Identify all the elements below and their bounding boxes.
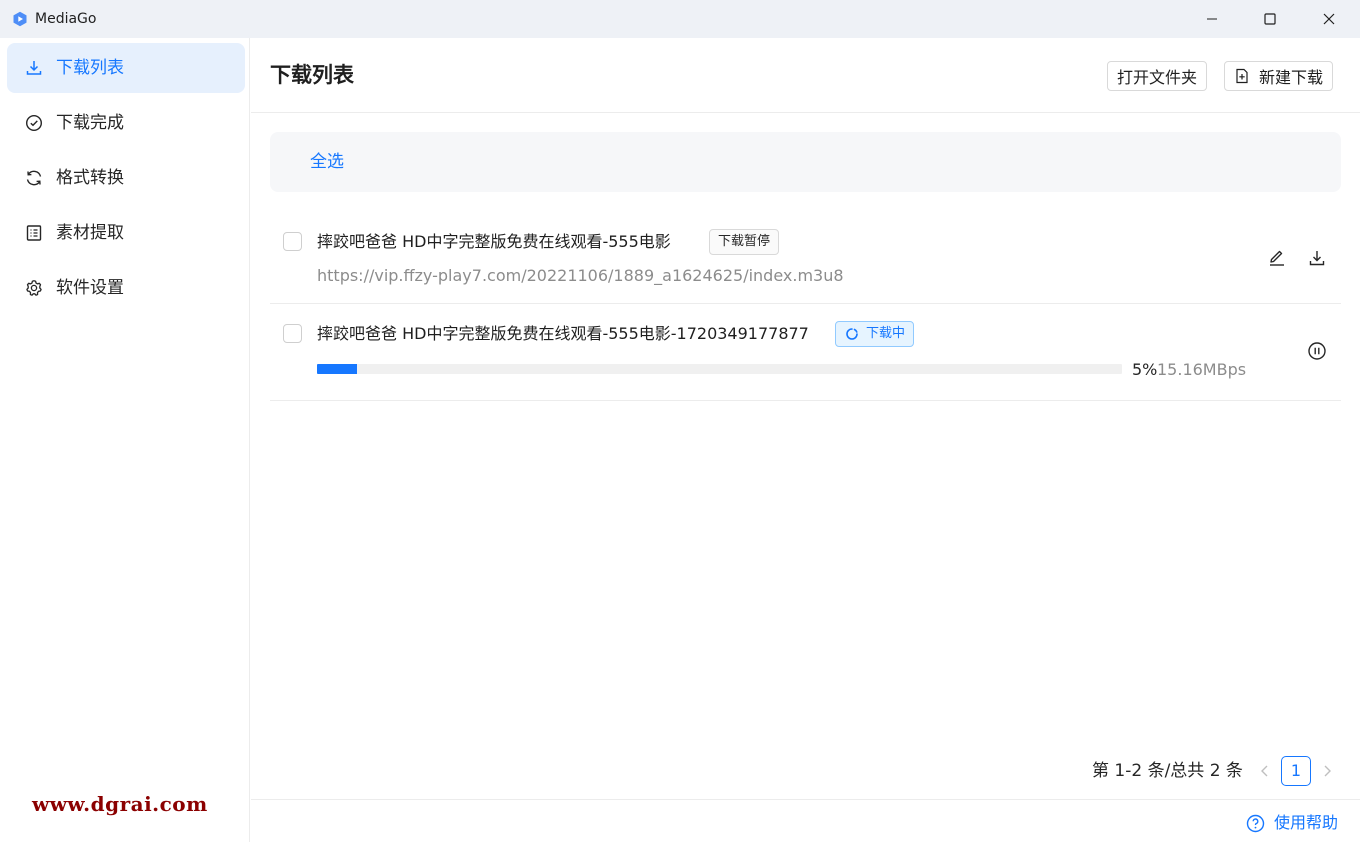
download-speed: 15.16MBps <box>1157 360 1247 379</box>
check-circle-icon <box>25 114 43 132</box>
open-folder-label: 打开文件夹 <box>1117 68 1198 87</box>
close-button[interactable] <box>1306 0 1352 38</box>
gear-icon <box>26 280 42 296</box>
chevron-right-icon[interactable] <box>1318 762 1336 780</box>
progress-fill <box>317 364 358 374</box>
download-title: 摔跤吧爸爸 HD中字完整版免费在线观看-555电影 <box>317 232 671 251</box>
help-link[interactable]: 使用帮助 <box>1246 812 1338 834</box>
pagination-total: 第 1-2 条/总共 2 条 <box>1092 761 1243 781</box>
pause-icon[interactable] <box>1307 341 1327 361</box>
download-icon <box>26 61 42 75</box>
progress-bar <box>317 364 1122 374</box>
download-icon[interactable] <box>1307 248 1327 268</box>
download-title: 摔跤吧爸爸 HD中字完整版免费在线观看-555电影-1720349177877 <box>317 324 809 343</box>
new-download-button[interactable]: 新建下载 <box>1224 61 1334 91</box>
new-download-label: 新建下载 <box>1259 68 1324 87</box>
sync-icon <box>26 170 42 186</box>
page-header: 下载列表 打开文件夹 新建下载 <box>251 38 1360 113</box>
chevron-left-icon[interactable] <box>1256 762 1274 780</box>
sidebar-item-material-extract[interactable]: 素材提取 <box>7 208 245 258</box>
pagination-page[interactable]: 1 <box>1281 756 1311 786</box>
sidebar-item-download-list[interactable]: 下载列表 <box>7 43 245 93</box>
app-title: MediaGo <box>35 11 97 27</box>
status-badge: 下载中 <box>835 321 915 347</box>
download-url: https://vip.ffzy-play7.com/20221106/1889… <box>317 266 844 285</box>
status-badge: 下载暂停 <box>709 229 780 255</box>
row-checkbox[interactable] <box>283 324 302 343</box>
select-all-link[interactable]: 全选 <box>310 151 344 173</box>
help-label: 使用帮助 <box>1274 813 1339 832</box>
page-title: 下载列表 <box>270 63 354 87</box>
edit-icon[interactable] <box>1267 248 1287 268</box>
sidebar: 下载列表 下载完成 格式转换 素材提取 软件设置 www.dgrai.com <box>0 38 250 842</box>
maximize-button[interactable] <box>1247 0 1293 38</box>
close-icon <box>1323 13 1335 25</box>
sidebar-item-label: 格式转换 <box>56 168 124 188</box>
sidebar-item-label: 软件设置 <box>56 278 124 298</box>
mediago-logo-icon <box>13 11 27 27</box>
loading-icon <box>846 328 858 340</box>
download-row: 摔跤吧爸爸 HD中字完整版免费在线观看-555电影 下载暂停 https://v… <box>270 212 1341 304</box>
minimize-button[interactable] <box>1189 0 1235 38</box>
main-content: 下载列表 打开文件夹 新建下载 全选 摔跤吧爸爸 HD中字完整版免费在线观看-5… <box>251 38 1360 842</box>
download-row: 摔跤吧爸爸 HD中字完整版免费在线观看-555电影-1720349177877 … <box>270 304 1341 401</box>
open-folder-button[interactable]: 打开文件夹 <box>1107 61 1208 91</box>
maximize-icon <box>1264 13 1276 25</box>
document-list-icon <box>26 225 42 241</box>
status-text: 下载中 <box>866 326 906 341</box>
sidebar-item-label: 素材提取 <box>56 223 124 243</box>
sidebar-item-label: 下载列表 <box>56 58 124 78</box>
watermark: www.dgrai.com <box>32 792 208 816</box>
sidebar-item-format-convert[interactable]: 格式转换 <box>7 153 245 203</box>
footer: 使用帮助 <box>251 799 1360 842</box>
row-checkbox[interactable] <box>283 232 302 251</box>
progress-percent: 5% <box>1132 360 1158 379</box>
sidebar-item-label: 下载完成 <box>56 113 124 133</box>
selection-toolbar: 全选 <box>270 132 1341 192</box>
sidebar-item-completed[interactable]: 下载完成 <box>7 98 245 148</box>
minimize-icon <box>1207 18 1217 20</box>
file-add-icon <box>1236 68 1248 84</box>
sidebar-item-settings[interactable]: 软件设置 <box>7 263 245 313</box>
question-circle-icon <box>1246 814 1265 833</box>
title-bar: MediaGo <box>0 0 1360 38</box>
